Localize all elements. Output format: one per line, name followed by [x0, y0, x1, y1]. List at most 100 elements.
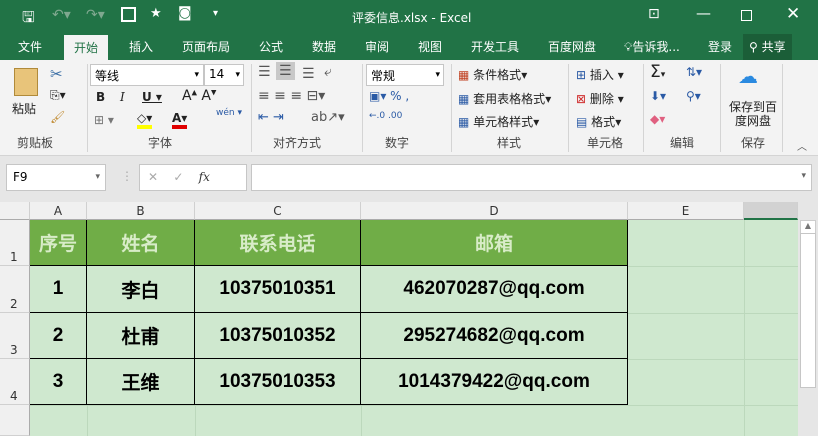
minimize-button[interactable]: — — [696, 4, 711, 22]
currency-icon[interactable]: ▣▾ % , — [369, 89, 409, 103]
tab-developer[interactable]: 开发工具 — [471, 38, 519, 55]
indent-icons[interactable]: ⇤ ⇥ — [258, 110, 284, 125]
worksheet-grid[interactable]: A B C D E 1 2 3 4 序号 姓名 联系电话 邮箱 1 李白 10375… — [0, 202, 798, 436]
undo-icon[interactable]: ↶▾ — [52, 7, 71, 23]
cell-style-button[interactable]: ▦ 单元格样式▾ — [458, 113, 539, 130]
increase-font-icon[interactable]: A▲ A▼ — [182, 88, 216, 104]
select-all-corner[interactable] — [0, 202, 30, 220]
column-header-b[interactable]: B — [87, 202, 195, 220]
fill-color-icon[interactable]: ◇▾ — [137, 111, 153, 129]
cell-email[interactable]: 295274682@qq.com — [361, 313, 628, 359]
cell-name[interactable]: 杜甫 — [87, 313, 195, 359]
underline-button[interactable]: U ▾ — [142, 90, 162, 104]
tab-baidu[interactable]: 百度网盘 — [548, 38, 596, 55]
delete-cells-button[interactable]: ⊠ 删除 ▾ — [576, 90, 624, 107]
cell-phone[interactable]: 10375010351 — [195, 266, 361, 313]
tab-view[interactable]: 视图 — [418, 38, 442, 55]
clear-icon[interactable]: ◆▾ — [650, 112, 665, 126]
tab-home[interactable]: 开始 — [64, 35, 109, 60]
column-header-c[interactable]: C — [195, 202, 361, 220]
baidu-cloud-icon[interactable]: ☁ — [738, 64, 758, 88]
tab-formulas[interactable]: 公式 — [259, 38, 283, 55]
header-cell-phone[interactable]: 联系电话 — [195, 220, 361, 266]
cell-index[interactable]: 1 — [30, 266, 87, 313]
align-middle-icon[interactable]: ☰ — [276, 62, 295, 80]
row-header-5[interactable] — [0, 405, 30, 436]
name-box[interactable]: F9 ▾ — [6, 164, 106, 191]
paste-icon[interactable] — [14, 68, 38, 96]
cell-phone[interactable]: 10375010352 — [195, 313, 361, 359]
drag-handle-icon[interactable]: ⋮ — [121, 169, 133, 183]
sort-filter-icon[interactable]: ⇅▾ — [686, 65, 702, 79]
formula-input[interactable]: ▾ — [251, 164, 812, 191]
header-cell-email[interactable]: 邮箱 — [361, 220, 628, 266]
bold-button[interactable]: B — [96, 90, 105, 104]
tab-insert[interactable]: 插入 — [129, 38, 153, 55]
vertical-scrollbar[interactable]: ▲ — [798, 202, 818, 436]
share-button[interactable]: ⚲ 共享 — [743, 34, 792, 60]
orientation-icon[interactable]: ab↗▾ — [311, 110, 345, 125]
cell-email[interactable]: 1014379422@qq.com — [361, 359, 628, 405]
table-format-button[interactable]: ▦ 套用表格格式▾ — [458, 90, 551, 107]
column-header-f[interactable] — [744, 202, 798, 220]
collapse-ribbon-icon[interactable]: ︿ — [797, 138, 807, 153]
column-header-a[interactable]: A — [30, 202, 87, 220]
cell-phone[interactable]: 10375010353 — [195, 359, 361, 405]
tab-review[interactable]: 审阅 — [365, 38, 389, 55]
login-link[interactable]: 登录 — [708, 38, 732, 55]
cell-name[interactable]: 王维 — [87, 359, 195, 405]
copy-icon[interactable]: ⎘▾ — [50, 88, 66, 103]
tab-page-layout[interactable]: 页面布局 — [182, 38, 230, 55]
column-header-d[interactable]: D — [361, 202, 628, 220]
number-format-select[interactable]: 常规 ▾ — [366, 64, 444, 86]
phonetic-icon[interactable]: wén ▾ — [216, 108, 242, 118]
italic-button[interactable]: I — [120, 90, 125, 104]
insert-function-icon[interactable]: fx — [199, 170, 210, 184]
row-header-2[interactable]: 2 — [0, 266, 30, 313]
tell-me[interactable]: 💡︎告诉我... — [624, 38, 680, 55]
align-left-icon[interactable]: ≡ ≡ ≡ ⊟▾ — [258, 88, 325, 104]
cell-index[interactable]: 2 — [30, 313, 87, 359]
camera-icon[interactable]: ◙ — [178, 5, 192, 21]
tab-data[interactable]: 数据 — [312, 38, 336, 55]
cell-email[interactable]: 462070287@qq.com — [361, 266, 628, 313]
conditional-format-button[interactable]: ▦ 条件格式▾ — [458, 66, 527, 83]
column-header-e[interactable]: E — [628, 202, 744, 220]
maximize-button[interactable] — [741, 10, 752, 21]
cancel-icon[interactable]: ✕ — [148, 170, 158, 184]
format-cells-button[interactable]: ▤ 格式▾ — [576, 113, 621, 130]
form-icon[interactable] — [121, 7, 136, 22]
enter-icon[interactable]: ✓ — [173, 170, 183, 184]
row-header-3[interactable]: 3 — [0, 313, 30, 359]
ribbon-display-icon[interactable]: ⊡ — [648, 6, 660, 22]
save-baidu-button[interactable]: 保存到百度网盘 — [727, 100, 779, 128]
cut-icon[interactable]: ✂ — [50, 65, 63, 83]
scroll-thumb[interactable] — [800, 233, 816, 388]
customize-qat-icon[interactable]: ▾ — [213, 8, 218, 19]
row-header-1[interactable]: 1 — [0, 220, 30, 266]
close-button[interactable]: ✕ — [786, 4, 800, 24]
find-icon[interactable]: ⚲▾ — [686, 89, 701, 103]
wrap-text-icon[interactable]: ⤶ — [324, 64, 332, 80]
align-bottom-icon[interactable]: ☰ — [302, 66, 315, 82]
align-top-icon[interactable]: ☰ — [258, 64, 271, 80]
insert-cells-button[interactable]: ⊞ 插入 ▾ — [576, 66, 624, 83]
cell-index[interactable]: 3 — [30, 359, 87, 405]
autosum-icon[interactable]: Σ▾ — [650, 62, 665, 82]
paste-button[interactable]: 粘贴 — [12, 100, 36, 117]
format-painter-icon[interactable]: 🖌︎ — [50, 110, 65, 124]
cell-name[interactable]: 李白 — [87, 266, 195, 313]
font-name-select[interactable]: 等线 ▾ — [90, 64, 204, 86]
fill-icon[interactable]: ⬇▾ — [650, 89, 666, 103]
scroll-up-arrow[interactable]: ▲ — [800, 220, 816, 234]
border-icon[interactable]: ⊞ ▾ — [94, 113, 114, 127]
star-folder-icon[interactable]: ★ — [150, 6, 162, 21]
font-size-select[interactable]: 14 ▾ — [204, 64, 244, 86]
save-icon[interactable]: 🖫 — [22, 7, 35, 32]
font-color-icon[interactable]: A▾ — [172, 111, 188, 129]
header-cell-index[interactable]: 序号 — [30, 220, 87, 266]
header-cell-name[interactable]: 姓名 — [87, 220, 195, 266]
decimal-icons[interactable]: ←.0 .00 — [369, 111, 402, 121]
redo-icon[interactable]: ↷▾ — [86, 7, 105, 23]
row-header-4[interactable]: 4 — [0, 359, 30, 405]
